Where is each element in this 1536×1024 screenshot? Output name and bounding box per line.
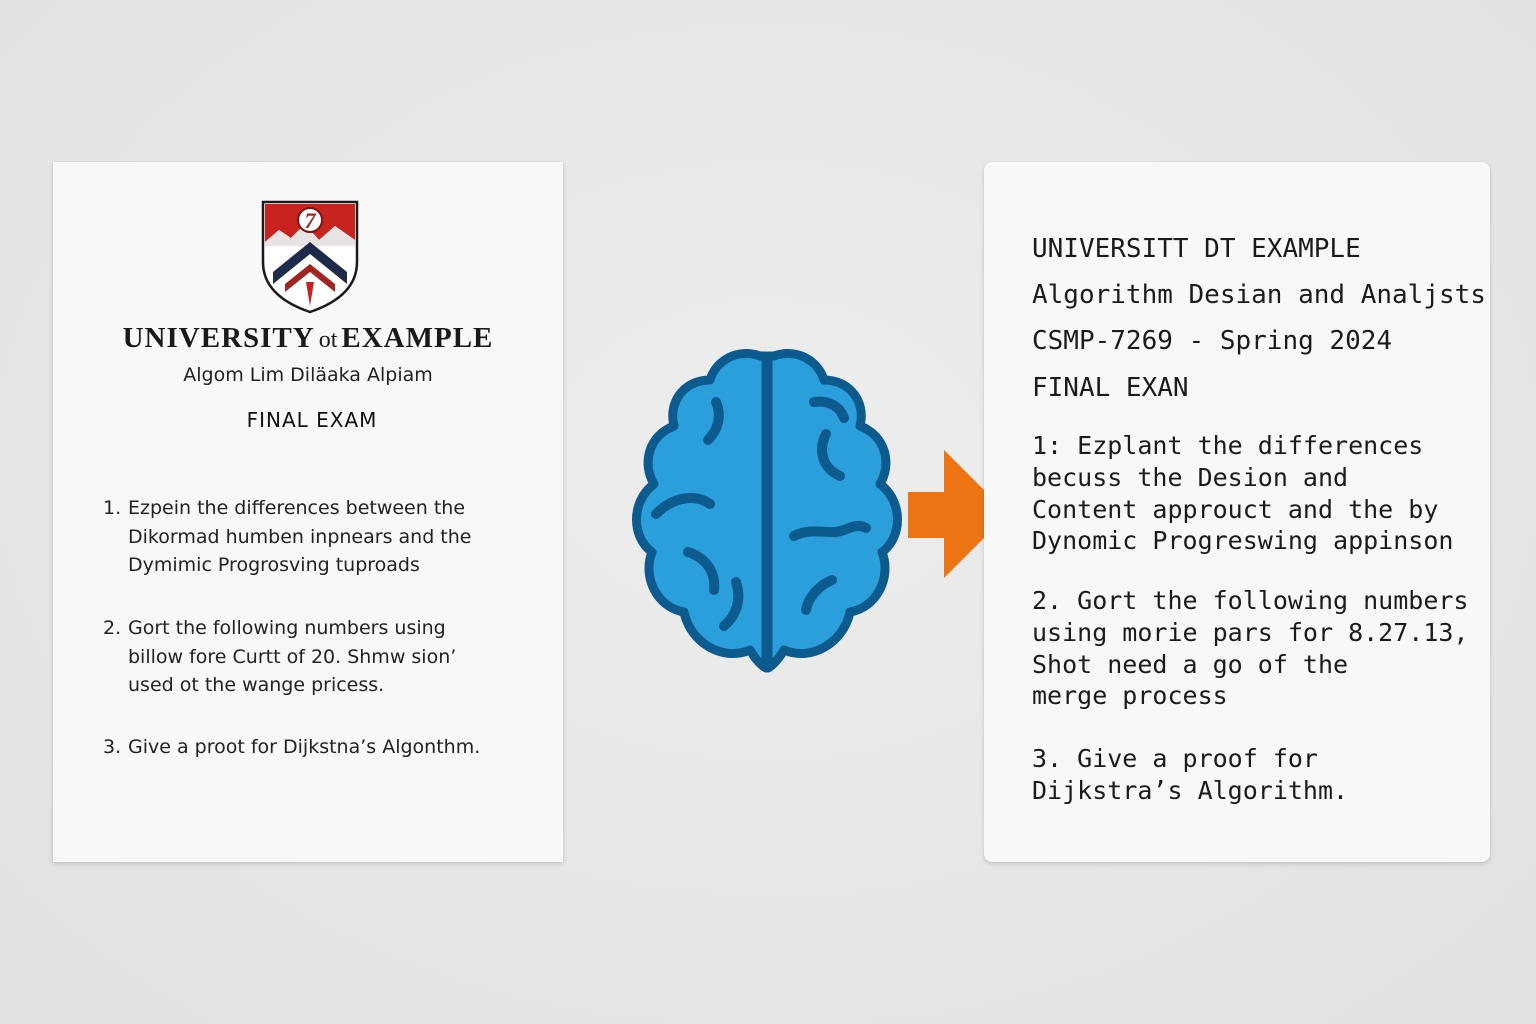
question-text: Ezpein the differences between the Dikor… xyxy=(128,497,472,576)
header-line-code: CSMP-7269 - Spring 2024 xyxy=(1032,326,1393,356)
university-word: UNIVERSITY xyxy=(122,322,315,354)
question-number: 2. xyxy=(103,617,122,639)
of-word: ot xyxy=(318,327,338,353)
example-word: EXAMPLE xyxy=(341,322,494,354)
university-crest-icon: 7 xyxy=(261,200,359,314)
question-number: 3. xyxy=(103,736,122,758)
question-block: 2. Gort the following numbers using mori… xyxy=(1032,586,1469,711)
course-subtitle: Algom Lim Diläaka Alpiam xyxy=(183,364,433,386)
question-text: Give a proot for Dijkstna’s Algonthm. xyxy=(128,736,481,758)
crest-numeral: 7 xyxy=(305,208,317,233)
university-name: UNIVERSITY ot EXAMPLE xyxy=(53,322,563,355)
header-line-university: UNIVERSITT DT EXAMPLE xyxy=(1032,234,1361,264)
header-line-course: Algorithm Desian and Analjsts xyxy=(1032,280,1486,310)
header-line-exam: FINAL EXAN xyxy=(1032,373,1189,403)
exam-title: FINAL EXAM xyxy=(246,408,378,432)
source-exam-document: 7 UNIVERSITY ot EXAMPLE Algom Lim Diläaka … xyxy=(53,162,563,862)
question-number: 1. xyxy=(103,497,122,519)
question-block: 1: Ezplant the differences becuss the De… xyxy=(1032,431,1454,556)
transcribed-exam-document: UNIVERSITT DT EXAMPLE Algorithm Desian a… xyxy=(984,162,1490,862)
brain-icon xyxy=(632,349,902,673)
brain-arrow-graphic xyxy=(632,349,1008,673)
question-block: 3. Give a proof for Dijkstra’s Algorithm… xyxy=(1032,744,1349,805)
question-text: Gort the following numbers using billow … xyxy=(128,617,457,696)
